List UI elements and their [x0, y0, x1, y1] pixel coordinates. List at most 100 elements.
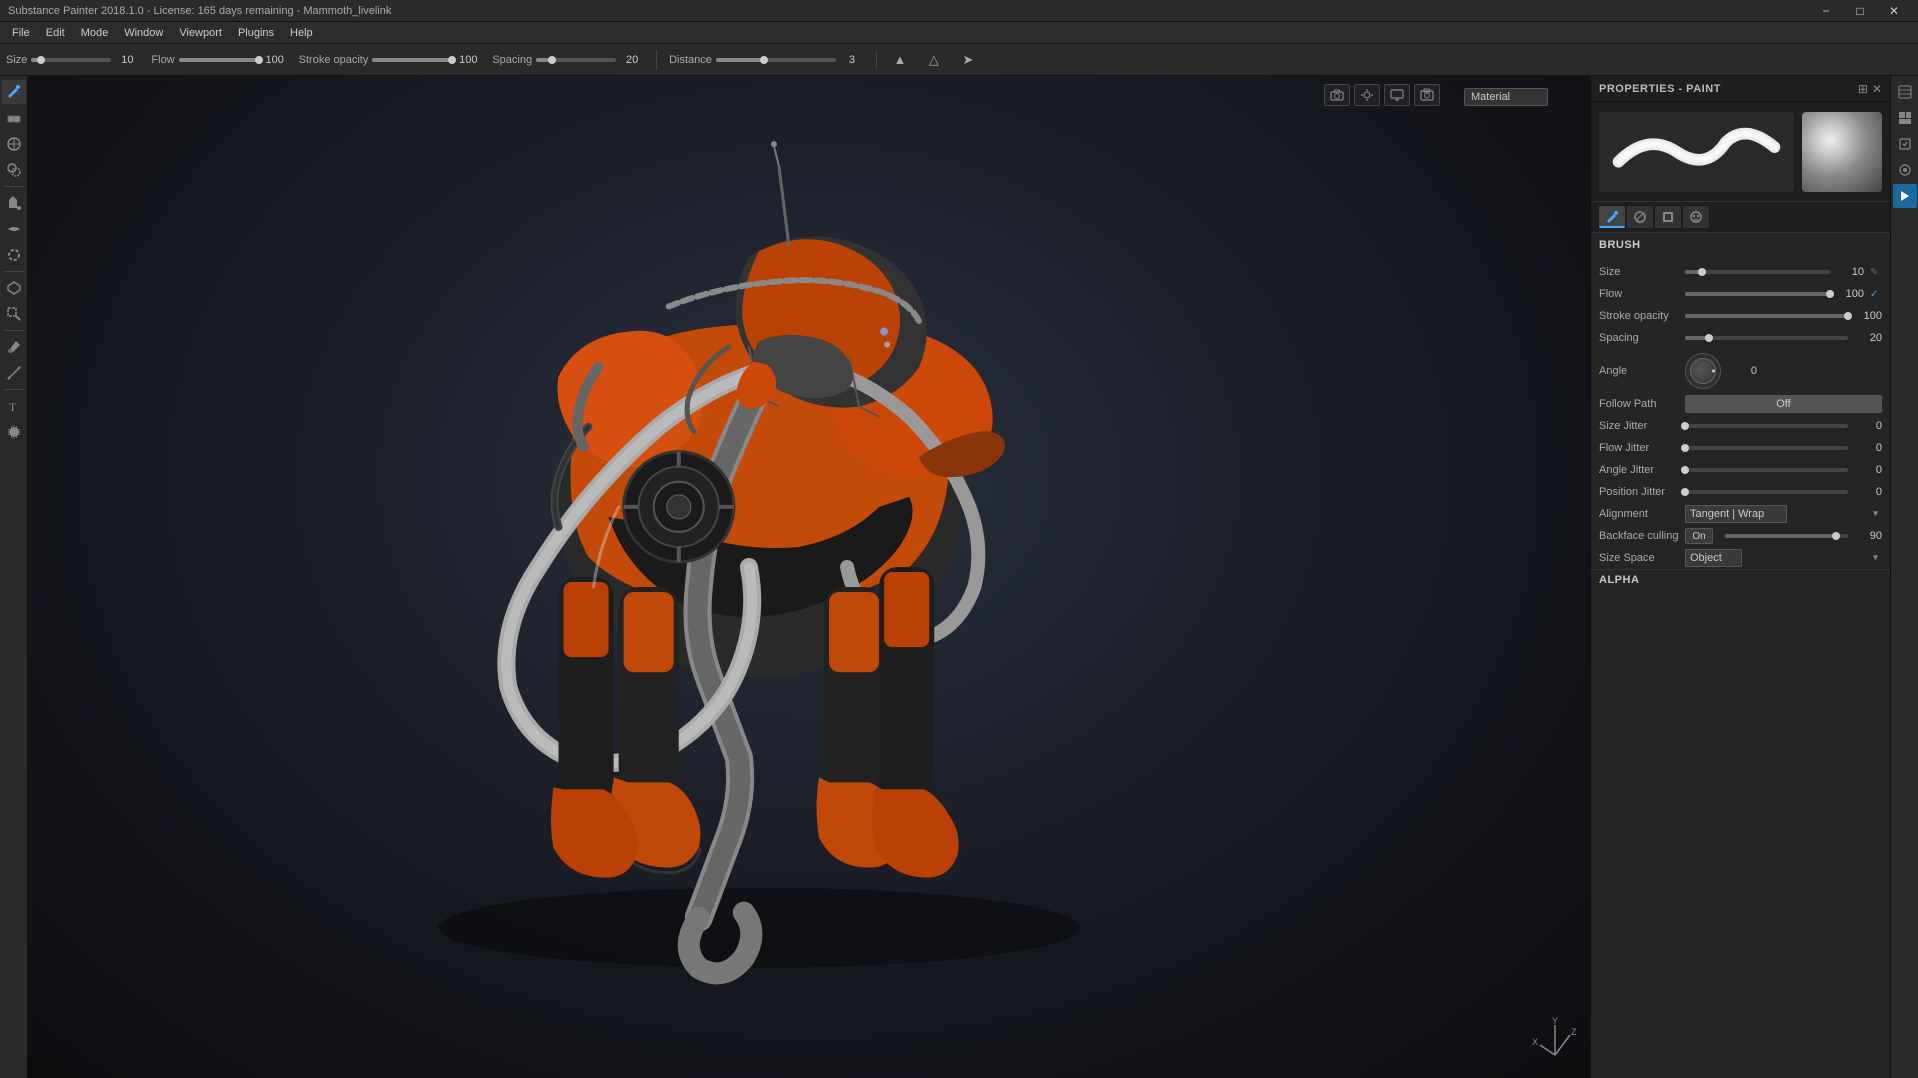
spacing-slider-wrap[interactable] [536, 58, 616, 62]
tab-effects[interactable] [1683, 206, 1709, 228]
flow-property-row: Flow 100 ✓ [1591, 283, 1890, 305]
tool-settings[interactable] [2, 420, 26, 444]
maximize-button[interactable]: □ [1844, 1, 1876, 21]
size-edit-icon[interactable]: ✎ [1870, 267, 1882, 278]
size-space-row: Size Space Object Screen World [1591, 547, 1890, 569]
size-jitter-slider[interactable] [1685, 419, 1848, 433]
tool-blur[interactable] [2, 243, 26, 267]
far-right-tool-2[interactable] [1893, 106, 1917, 130]
flow-label: Flow [151, 54, 174, 66]
far-right-tool-5[interactable] [1893, 184, 1917, 208]
position-jitter-track [1685, 490, 1848, 494]
minimize-button[interactable]: − [1810, 1, 1842, 21]
toolbar-arrow-btn[interactable]: ➤ [957, 49, 979, 71]
flow-jitter-row: Flow Jitter 0 [1591, 437, 1890, 459]
tool-polygon[interactable] [2, 276, 26, 300]
flow-prop-slider[interactable] [1685, 287, 1830, 301]
props-close-icon[interactable]: ✕ [1872, 82, 1882, 96]
tool-paint[interactable] [2, 80, 26, 104]
menu-item-mode[interactable]: Mode [73, 25, 117, 41]
light-icon[interactable] [1354, 84, 1380, 106]
menu-item-file[interactable]: File [4, 25, 38, 41]
backface-on-button[interactable]: On [1685, 528, 1713, 544]
toolbar: Size 10 Flow 100 Stroke opacity 100 [0, 44, 1918, 76]
close-button[interactable]: ✕ [1878, 1, 1910, 21]
svg-text:X: X [1532, 1037, 1538, 1047]
svg-text:T: T [9, 400, 17, 414]
distance-slider-wrap[interactable] [716, 58, 836, 62]
distance-slider[interactable] [716, 58, 836, 62]
tool-select[interactable] [2, 302, 26, 326]
size-slider[interactable] [31, 58, 111, 62]
flow-check-icon[interactable]: ✓ [1870, 289, 1882, 300]
angle-label: Angle [1599, 365, 1679, 377]
tool-separator-2 [4, 271, 24, 272]
backface-culling-label: Backface culling [1599, 530, 1679, 542]
size-prop-slider[interactable] [1685, 265, 1830, 279]
flow-jitter-value: 0 [1854, 442, 1882, 454]
tab-stencil[interactable] [1655, 206, 1681, 228]
toolbar-divider-2 [876, 50, 877, 70]
camera-icon[interactable] [1324, 84, 1350, 106]
far-right-tool-1[interactable] [1893, 80, 1917, 104]
stroke-opacity-slider[interactable] [372, 58, 452, 62]
properties-scroll[interactable]: BRUSH Size 10 ✎ Flow [1591, 233, 1890, 1078]
alignment-select-container[interactable]: Tangent | Wrap Tangent | Clamp UV World [1685, 505, 1882, 523]
tool-clone[interactable] [2, 158, 26, 182]
flow-slider[interactable] [179, 58, 259, 62]
angle-dial-mark [1712, 370, 1715, 373]
size-space-select[interactable]: Object Screen World [1685, 549, 1742, 567]
flow-slider-wrap[interactable] [179, 58, 259, 62]
menu-item-viewport[interactable]: Viewport [171, 25, 230, 41]
menu-item-help[interactable]: Help [282, 25, 321, 41]
toolbar-mountain2-btn[interactable]: △ [923, 49, 945, 71]
tool-smear[interactable] [2, 217, 26, 241]
display-icon[interactable] [1384, 84, 1410, 106]
size-prop-value: 10 [1836, 266, 1864, 278]
angle-jitter-slider[interactable] [1685, 463, 1848, 477]
alignment-select[interactable]: Tangent | Wrap Tangent | Clamp UV World [1685, 505, 1787, 523]
position-jitter-label: Position Jitter [1599, 486, 1679, 498]
menu-item-plugins[interactable]: Plugins [230, 25, 282, 41]
angle-dial[interactable] [1685, 353, 1721, 389]
tool-erase[interactable] [2, 106, 26, 130]
backface-slider[interactable] [1725, 529, 1848, 543]
tab-brush[interactable] [1599, 206, 1625, 228]
flow-jitter-label: Flow Jitter [1599, 442, 1679, 454]
menu-item-window[interactable]: Window [116, 25, 171, 41]
alpha-section: ALPHA [1591, 569, 1890, 590]
flow-jitter-slider[interactable] [1685, 441, 1848, 455]
far-right-tool-4[interactable] [1893, 158, 1917, 182]
spacing-slider[interactable] [536, 58, 616, 62]
size-slider-wrap[interactable] [31, 58, 111, 62]
left-toolbar: T [0, 76, 28, 1078]
tool-text[interactable]: T [2, 394, 26, 418]
angle-jitter-label: Angle Jitter [1599, 464, 1679, 476]
menu-item-edit[interactable]: Edit [38, 25, 73, 41]
tab-material[interactable] [1627, 206, 1653, 228]
props-expand-icon[interactable]: ⊞ [1858, 82, 1868, 96]
stroke-opacity-slider-wrap[interactable] [372, 58, 452, 62]
tool-measure[interactable] [2, 361, 26, 385]
size-prop-label: Size [1599, 266, 1679, 278]
follow-path-button[interactable]: Off [1685, 395, 1882, 413]
tool-projection[interactable] [2, 132, 26, 156]
viewport[interactable]: MaterialBase ColorRoughnessMetallicNorma… [28, 76, 1590, 1078]
screenshot-icon[interactable] [1414, 84, 1440, 106]
position-jitter-slider[interactable] [1685, 485, 1848, 499]
far-right-tool-3[interactable] [1893, 132, 1917, 156]
mammoth-scene [28, 76, 1590, 1078]
angle-dial-container[interactable]: 0 [1685, 353, 1882, 389]
tool-eyedropper[interactable] [2, 335, 26, 359]
spacing-prop-label: Spacing [1599, 332, 1679, 344]
tool-fill[interactable] [2, 191, 26, 215]
flow-prop-value: 100 [1836, 288, 1864, 300]
size-space-select-container[interactable]: Object Screen World [1685, 549, 1882, 567]
spacing-prop-slider[interactable] [1685, 331, 1848, 345]
toolbar-mountain-btn[interactable]: ▲ [889, 49, 911, 71]
angle-property-row: Angle 0 [1591, 349, 1890, 393]
stroke-opacity-prop-slider[interactable] [1685, 309, 1848, 323]
brush-section: BRUSH [1591, 233, 1890, 261]
material-dropdown[interactable]: MaterialBase ColorRoughnessMetallicNorma… [1464, 88, 1548, 106]
titlebar: Substance Painter 2018.1.0 - License: 16… [0, 0, 1918, 22]
